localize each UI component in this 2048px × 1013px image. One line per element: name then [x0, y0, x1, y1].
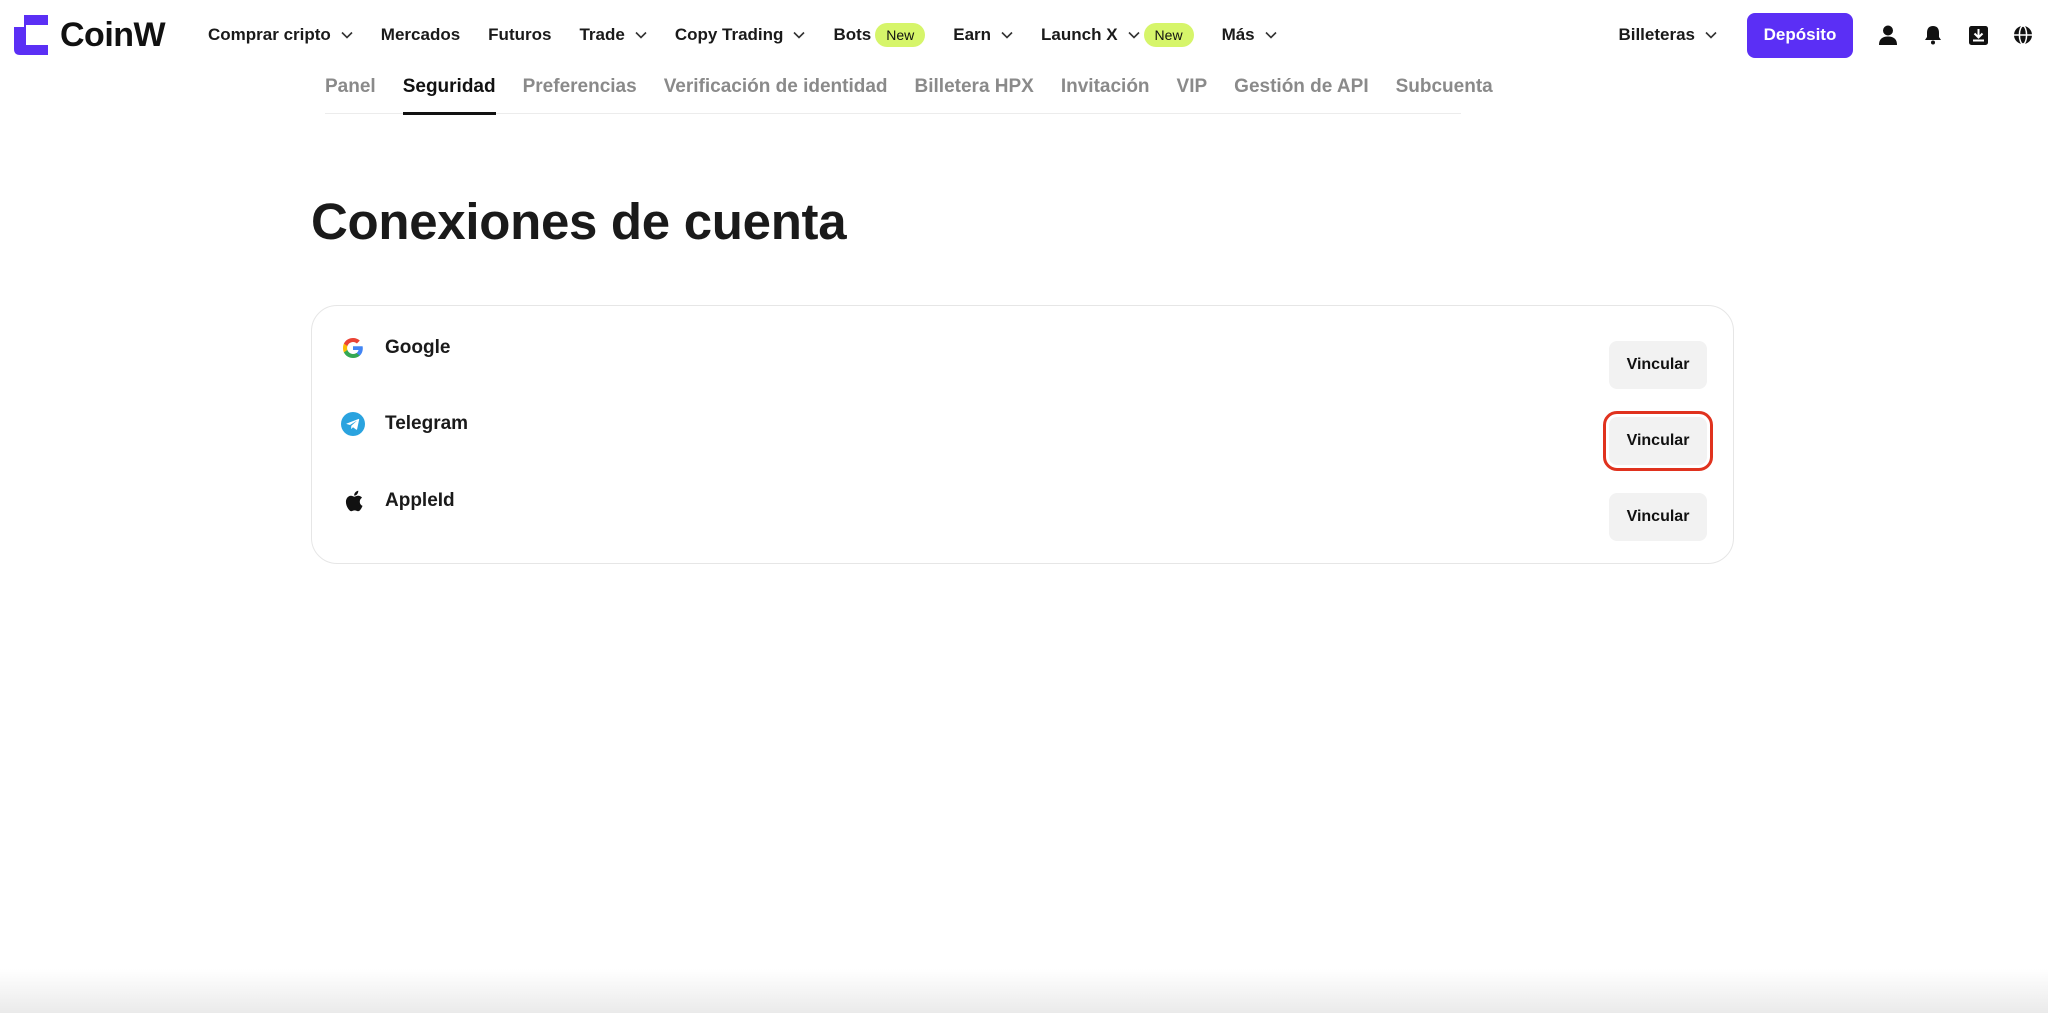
nav-item-label: Mercados — [380, 25, 461, 44]
connection-name: AppleId — [385, 490, 455, 511]
tab-verificacion-identidad[interactable]: Verificación de identidad — [664, 76, 888, 114]
new-badge: New — [875, 23, 926, 47]
coinw-logo[interactable]: CoinW — [14, 15, 166, 55]
nav-item-label: Trade — [579, 25, 625, 44]
tab-subcuenta[interactable]: Subcuenta — [1396, 76, 1493, 114]
nav-item-launch-x[interactable]: Launch X New — [1041, 23, 1194, 47]
chevron-down-icon — [1705, 31, 1717, 39]
nav-item-label: Launch X — [1041, 25, 1118, 44]
link-telegram-button[interactable]: Vincular — [1603, 411, 1713, 471]
logo-text: CoinW — [60, 15, 166, 54]
nav-item-trade[interactable]: Trade — [579, 25, 647, 45]
nav-item-comprar-cripto[interactable]: Comprar cripto — [208, 25, 353, 45]
main-menu: Comprar cripto Mercados Futuros Trade Co… — [208, 0, 1305, 70]
chevron-down-icon — [793, 31, 806, 39]
connection-name: Google — [385, 337, 451, 358]
chevron-down-icon — [1001, 31, 1013, 39]
download-icon[interactable] — [1967, 24, 1989, 46]
account-connections-card: Google Vincular Telegram Vincular AppleI… — [311, 305, 1734, 564]
chevron-down-icon — [341, 31, 353, 39]
nav-item-label: Comprar cripto — [208, 25, 331, 44]
user-icon[interactable] — [1877, 24, 1899, 46]
deposit-button[interactable]: Depósito — [1747, 12, 1853, 58]
nav-item-mercados[interactable]: Mercados — [381, 25, 460, 45]
connection-row-google: Google Vincular — [312, 335, 1733, 395]
bottom-shadow — [0, 969, 2048, 1013]
nav-item-copy-trading[interactable]: Copy Trading — [675, 25, 806, 45]
nav-item-label: Más — [1221, 25, 1255, 44]
connection-name: Telegram — [385, 413, 469, 434]
nav-item-label: Futuros — [488, 25, 552, 44]
tab-invitacion[interactable]: Invitación — [1061, 76, 1150, 114]
telegram-icon — [340, 411, 366, 437]
chevron-down-icon — [1127, 31, 1140, 39]
nav-item-label: Copy Trading — [674, 25, 784, 44]
nav-item-label: Earn — [953, 25, 992, 44]
tab-panel[interactable]: Panel — [325, 76, 376, 114]
account-subtabs: Panel Seguridad Preferencias Verificació… — [325, 76, 1493, 115]
wallets-dropdown[interactable]: Billeteras — [1618, 25, 1717, 45]
nav-item-mas[interactable]: Más — [1222, 25, 1277, 45]
nav-item-label: Bots — [833, 25, 872, 44]
nav-item-earn[interactable]: Earn — [953, 25, 1013, 45]
bell-icon[interactable] — [1922, 24, 1944, 46]
link-google-button[interactable]: Vincular — [1609, 341, 1707, 389]
connection-row-appleid: AppleId Vincular — [312, 488, 1733, 548]
link-appleid-button[interactable]: Vincular — [1609, 493, 1707, 541]
tab-seguridad[interactable]: Seguridad — [402, 76, 496, 115]
globe-icon[interactable] — [2012, 24, 2034, 46]
coinw-logo-mark — [14, 15, 48, 55]
chevron-down-icon — [635, 31, 647, 39]
connection-row-telegram: Telegram Vincular — [312, 411, 1733, 471]
tab-vip[interactable]: VIP — [1177, 76, 1208, 114]
nav-right-actions: Billeteras Depósito — [1618, 0, 2048, 70]
tab-gestion-api[interactable]: Gestión de API — [1234, 76, 1368, 114]
tab-billetera-hpx[interactable]: Billetera HPX — [915, 76, 1034, 114]
google-icon — [340, 335, 366, 361]
wallets-label: Billeteras — [1618, 25, 1695, 44]
tab-preferencias[interactable]: Preferencias — [523, 76, 637, 114]
nav-item-futuros[interactable]: Futuros — [488, 25, 551, 45]
nav-item-bots[interactable]: Bots New — [833, 23, 926, 47]
new-badge: New — [1143, 23, 1194, 47]
top-navbar: CoinW Comprar cripto Mercados Futuros Tr… — [0, 0, 2048, 70]
apple-icon — [340, 488, 366, 514]
page-title: Conexiones de cuenta — [311, 193, 847, 250]
chevron-down-icon — [1265, 31, 1277, 39]
